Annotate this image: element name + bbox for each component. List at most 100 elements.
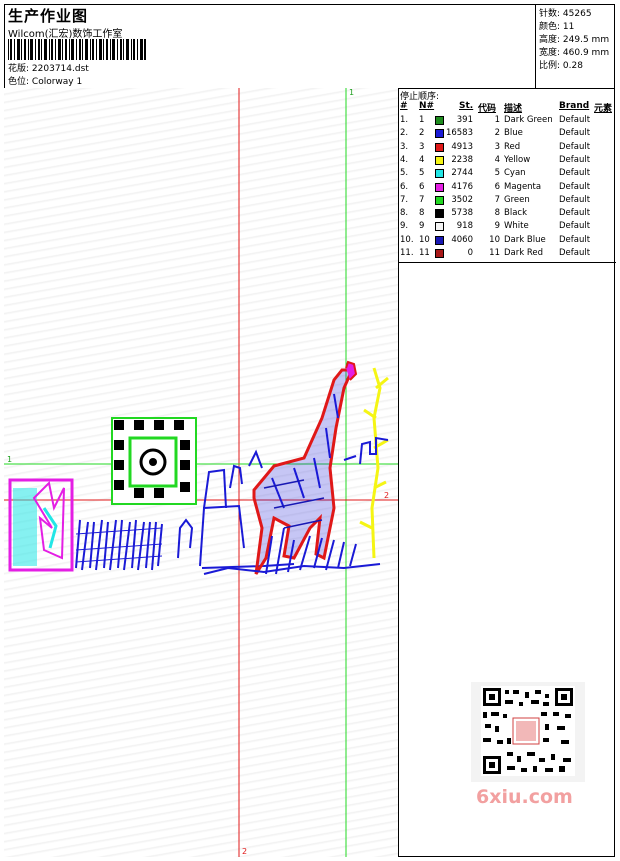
design-canvas: 1 1 2 2	[4, 88, 399, 857]
row-brand: Default	[559, 168, 591, 179]
row-code: 5	[494, 168, 500, 179]
color-swatch	[435, 182, 444, 192]
design-value: 2203714.dst	[31, 64, 89, 74]
row-n: 6	[419, 181, 425, 192]
color-swatch	[435, 116, 444, 125]
row-num: 8.	[400, 208, 409, 219]
table-row: 9. 9 918 9 White Default	[399, 220, 616, 233]
color-swatch	[435, 222, 444, 232]
stat-height: 高度: 249.5 mm	[539, 32, 609, 45]
row-n: 10	[419, 234, 430, 245]
yellow-plant	[359, 367, 389, 559]
color-swatch	[435, 209, 444, 219]
left-magenta-panel	[8, 478, 74, 572]
color-label: 色位:	[8, 77, 30, 87]
row-brand: Default	[559, 221, 591, 232]
color-swatch	[435, 249, 444, 258]
color-swatch	[435, 155, 444, 165]
row-brand: Default	[559, 181, 591, 192]
stat-label: 针数:	[539, 9, 561, 19]
stat-label: 比例:	[539, 61, 561, 71]
col-header-st: St.	[459, 101, 474, 111]
row-desc: Red	[504, 141, 521, 152]
color-value: Colorway 1	[31, 77, 83, 87]
color-swatch	[435, 169, 444, 179]
row-desc: Black	[504, 208, 527, 219]
row-code: 10	[489, 234, 500, 245]
row-n: 5	[419, 168, 425, 179]
row-brand: Default	[559, 248, 591, 258]
row-num: 10.	[400, 234, 414, 245]
row-n: 3	[419, 141, 425, 152]
row-code: 1	[494, 115, 500, 125]
row-n: 7	[419, 194, 425, 205]
row-st: 918	[456, 221, 473, 232]
row-desc: Green	[504, 194, 530, 205]
marker-h1: 1	[7, 455, 13, 464]
stat-stitches: 针数: 45265	[539, 6, 592, 19]
qr-code	[471, 682, 585, 782]
stat-value: 460.9 mm	[562, 48, 610, 58]
table-row: 6. 6 4176 6 Magenta Default	[399, 181, 616, 194]
col-header-code: 代码	[478, 104, 497, 114]
row-brand: Default	[559, 115, 591, 125]
row-st: 2238	[451, 154, 473, 165]
row-num: 9.	[400, 221, 409, 232]
col-header-brand: Brand	[559, 101, 590, 111]
color-swatch	[435, 142, 444, 152]
row-code: 9	[494, 221, 500, 232]
row-st: 16583	[445, 128, 473, 139]
table-row: 3. 3 4913 3 Red Default	[399, 141, 616, 154]
row-desc: Dark Red	[504, 248, 544, 258]
header: 生产作业图 Wilcom(汇宏)数饰工作室 花版: 2203714.dst 色位…	[4, 4, 615, 89]
row-num: 6.	[400, 181, 409, 192]
row-code: 8	[494, 208, 500, 219]
row-code: 11	[489, 248, 500, 258]
barcode	[8, 39, 146, 60]
table-row: 5. 5 2744 5 Cyan Default	[399, 167, 616, 180]
marker-h2: 2	[384, 491, 390, 500]
marker-v1: 1	[349, 88, 355, 97]
color-swatch	[435, 235, 444, 245]
row-n: 8	[419, 208, 425, 219]
row-code: 6	[494, 181, 500, 192]
row-num: 11.	[400, 248, 414, 258]
row-n: 11	[419, 248, 430, 258]
row-desc: Dark Green	[504, 115, 553, 125]
design-label: 花版:	[8, 64, 30, 74]
col-header-num: #	[400, 101, 408, 111]
table-row: 4. 4 2238 4 Yellow Default	[399, 154, 616, 167]
table-row: 11. 11 0 11 Dark Red Default	[399, 247, 616, 260]
table-row: 10. 10 4060 10 Dark Blue Default	[399, 234, 616, 247]
qr-code-image	[481, 686, 575, 776]
row-st: 391	[456, 115, 473, 125]
row-n: 2	[419, 128, 425, 139]
row-desc: Blue	[504, 128, 523, 139]
watermark-text: 6xiu.com	[476, 786, 573, 808]
blue-grass-strip	[75, 519, 163, 571]
stat-scale: 比例: 0.28	[539, 58, 583, 71]
black-tile-pattern	[111, 417, 197, 505]
row-st: 0	[467, 248, 473, 258]
row-code: 3	[494, 141, 500, 152]
stat-value: 249.5 mm	[562, 35, 610, 45]
row-st: 5738	[451, 208, 473, 219]
marker-v2: 2	[242, 847, 248, 856]
table-row: 7. 7 3502 7 Green Default	[399, 194, 616, 207]
stats-panel: 针数: 45265 颜色: 11 高度: 249.5 mm 宽度: 460.9 …	[535, 4, 616, 88]
row-st: 4913	[451, 141, 473, 152]
row-desc: Dark Blue	[504, 234, 546, 245]
row-brand: Default	[559, 234, 591, 245]
row-num: 1.	[400, 115, 409, 125]
row-n: 4	[419, 154, 425, 165]
stat-label: 高度:	[539, 35, 561, 45]
row-num: 7.	[400, 194, 409, 205]
row-num: 5.	[400, 168, 409, 179]
row-desc: Yellow	[504, 154, 531, 165]
col-header-n: N#	[419, 101, 435, 111]
row-st: 4176	[451, 181, 473, 192]
row-code: 4	[494, 154, 500, 165]
row-st: 3502	[451, 194, 473, 205]
stop-order-table: 停止顺序: # N# St. 代码 描述 Brand 元素 1. 1 391 1 Dar…	[399, 88, 616, 263]
row-desc: White	[504, 221, 529, 232]
